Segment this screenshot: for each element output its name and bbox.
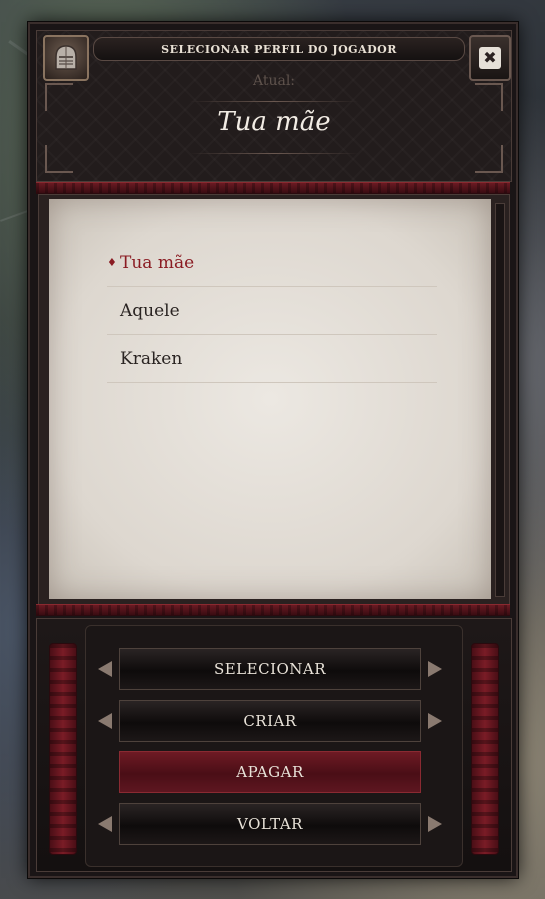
ornament-divider [189, 101, 359, 102]
profile-list-panel: ♦ Tua mãe Aquele Kraken [49, 199, 491, 599]
list-item[interactable]: Kraken [107, 335, 437, 383]
delete-button[interactable]: APAGAR [119, 751, 421, 793]
arrow-left-icon [98, 713, 112, 729]
profile-name: Tua mãe [120, 252, 195, 273]
decorative-strip [36, 604, 510, 616]
decorative-pillar [49, 643, 77, 855]
arrow-right-icon [428, 816, 442, 832]
current-profile-name: Tua mãe [217, 107, 331, 137]
profile-list-frame: ♦ Tua mãe Aquele Kraken [38, 194, 510, 606]
current-profile-label: Atual: [252, 73, 296, 89]
dialog-title: SELECIONAR PERFIL DO JOGADOR [93, 37, 465, 61]
profile-name: Aquele [120, 300, 180, 321]
decorative-pillar [471, 643, 499, 855]
ornament-divider [189, 153, 359, 154]
select-button[interactable]: SELECIONAR [98, 648, 442, 690]
decorative-strip [36, 182, 510, 194]
arrow-right-icon [428, 661, 442, 677]
back-button[interactable]: VOLTAR [98, 803, 442, 845]
corner-ornament [45, 145, 73, 173]
list-scrollbar[interactable] [495, 203, 505, 597]
create-button[interactable]: CRIAR [98, 700, 442, 742]
button-area: SELECIONAR CRIAR APAGAR VOLTAR [36, 618, 512, 872]
arrow-left-icon [98, 661, 112, 677]
close-icon: ✖ [479, 47, 501, 69]
list-item[interactable]: Aquele [107, 287, 437, 335]
arrow-right-icon [428, 713, 442, 729]
corner-ornament [475, 145, 503, 173]
arrow-left-icon [98, 816, 112, 832]
dialog-header: SELECIONAR PERFIL DO JOGADOR ✖ Atual: Tu… [36, 30, 512, 182]
profile-name: Kraken [120, 348, 183, 369]
profile-dialog: SELECIONAR PERFIL DO JOGADOR ✖ Atual: Tu… [28, 22, 518, 878]
list-item[interactable]: ♦ Tua mãe [107, 239, 437, 287]
profile-list: ♦ Tua mãe Aquele Kraken [107, 239, 437, 383]
diamond-bullet-icon: ♦ [107, 256, 117, 269]
